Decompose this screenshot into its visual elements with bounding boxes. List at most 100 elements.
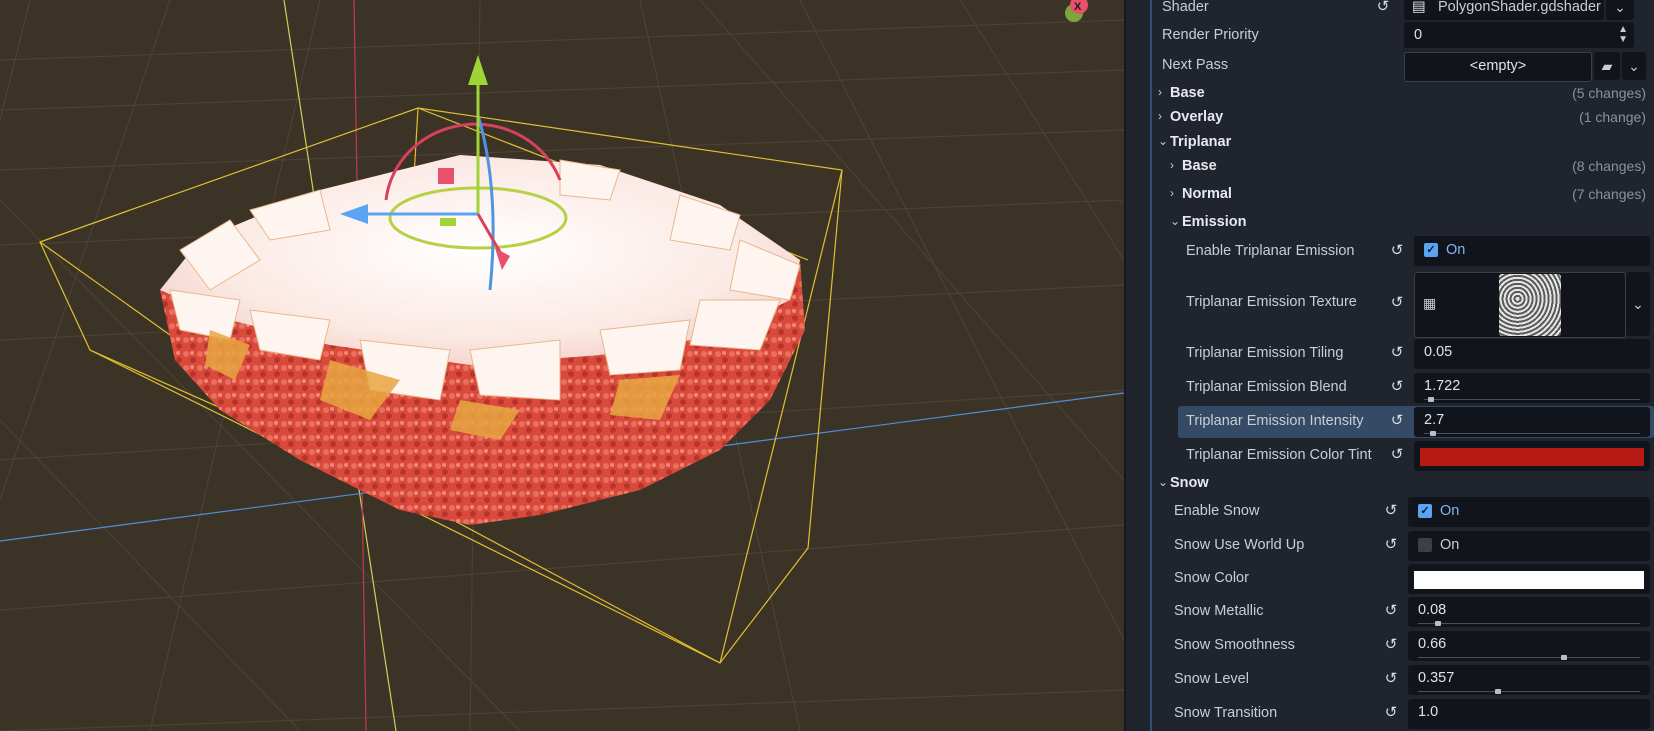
section-triplanar-normal-changes: (7 changes) (1572, 186, 1646, 202)
render-priority-spinbox[interactable]: 0 ▲ ▼ (1404, 22, 1634, 48)
section-triplanar-emission[interactable]: ⌄ Emission (1126, 211, 1654, 235)
section-overlay-changes: (1 change) (1579, 109, 1646, 125)
triplanar-emission-tiling-row: Triplanar Emission Tiling ↺ 0.05 (1126, 338, 1654, 370)
section-snow[interactable]: ⌄ Snow (1126, 472, 1654, 496)
triplanar-emission-tiling-value: 0.05 (1424, 344, 1453, 360)
triplanar-emission-intensity-slider[interactable]: 2.7 (1414, 407, 1650, 437)
noise-texture-icon: ▦ (1423, 295, 1437, 311)
snow-color-label: Snow Color (1174, 570, 1249, 586)
revert-icon[interactable]: ↺ (1382, 670, 1400, 688)
triplanar-emission-blend-slider[interactable]: 1.722 (1414, 373, 1650, 403)
revert-icon[interactable]: ↺ (1388, 378, 1406, 396)
file-icon: ▤ (1412, 0, 1426, 15)
plane-handle-icon[interactable] (438, 168, 454, 184)
triplanar-emission-intensity-value: 2.7 (1424, 412, 1445, 428)
color-tint-swatch[interactable] (1420, 448, 1644, 466)
triplanar-emission-color-field (1414, 441, 1650, 471)
snow-color-swatch[interactable] (1414, 571, 1644, 589)
slider-grabber[interactable] (1495, 689, 1502, 694)
render-priority-value: 0 (1414, 27, 1423, 43)
next-pass-label: Next Pass (1162, 57, 1229, 73)
load-resource-button[interactable]: ▰ (1594, 52, 1620, 80)
enable-snow-value: On (1440, 503, 1460, 519)
revert-icon[interactable]: ↺ (1388, 344, 1406, 362)
slider-grabber[interactable] (1428, 397, 1435, 402)
revert-icon[interactable]: ↺ (1382, 636, 1400, 654)
section-triplanar-normal[interactable]: › Normal (7 changes) (1126, 183, 1654, 207)
section-triplanar-emission-title: Emission (1182, 214, 1247, 230)
enable-snow-field: ✓ On (1408, 497, 1650, 527)
next-pass-value: <empty> (1469, 58, 1527, 74)
shader-dropdown-button[interactable]: ⌄ (1606, 0, 1634, 20)
revert-icon[interactable]: ↺ (1382, 602, 1400, 620)
section-triplanar-normal-title: Normal (1182, 186, 1232, 202)
snow-use-world-up-row: Snow Use World Up ↺ On (1126, 530, 1654, 562)
next-pass-resource-field[interactable]: <empty> (1404, 52, 1592, 82)
enable-triplanar-emission-label: Enable Triplanar Emission (1186, 243, 1355, 259)
slider-track (1424, 433, 1640, 434)
snow-transition-value: 1.0 (1418, 704, 1439, 720)
rock-platform-mesh[interactable] (160, 155, 805, 525)
inspector-panel: Shader ↺ ▤ PolygonShader.gdshader ⌄ Rend… (1126, 0, 1654, 731)
snow-smoothness-label: Snow Smoothness (1174, 637, 1295, 653)
section-triplanar-base-title: Base (1182, 158, 1217, 174)
section-base-title: Base (1170, 85, 1205, 101)
revert-icon[interactable]: ↺ (1388, 412, 1406, 430)
snow-level-value: 0.357 (1418, 670, 1455, 686)
section-triplanar-title: Triplanar (1170, 134, 1232, 150)
triplanar-emission-blend-row: Triplanar Emission Blend ↺ 1.722 (1126, 372, 1654, 404)
snow-transition-label: Snow Transition (1174, 705, 1278, 721)
revert-icon[interactable]: ↺ (1382, 536, 1400, 554)
3d-viewport[interactable]: X (0, 0, 1124, 731)
revert-icon[interactable]: ↺ (1374, 0, 1392, 16)
snow-use-world-up-checkbox[interactable] (1418, 538, 1432, 552)
texture-resource-field[interactable]: ▦ (1414, 272, 1626, 338)
noise-texture-preview (1499, 274, 1561, 336)
section-overlay-title: Overlay (1170, 109, 1224, 125)
next-pass-dropdown-button[interactable]: ⌄ (1622, 52, 1646, 80)
snow-metallic-value: 0.08 (1418, 602, 1447, 618)
snow-color-row: Snow Color (1126, 563, 1654, 595)
section-triplanar[interactable]: ⌄ Triplanar (1126, 131, 1654, 155)
slider-grabber[interactable] (1560, 655, 1567, 660)
revert-icon[interactable]: ↺ (1382, 502, 1400, 520)
enable-triplanar-emission-row: Enable Triplanar Emission ↺ ✓ On (1126, 236, 1654, 268)
slider-track (1418, 657, 1640, 658)
section-triplanar-base[interactable]: › Base (8 changes) (1126, 155, 1654, 179)
revert-icon[interactable]: ↺ (1382, 704, 1400, 722)
section-overlay[interactable]: › Overlay (1 change) (1126, 106, 1654, 130)
y-move-arrow-icon[interactable] (468, 55, 488, 85)
chevron-down-icon: ⌄ (1632, 296, 1644, 312)
orient-x-label: X (1074, 1, 1082, 13)
enable-triplanar-emission-value: On (1446, 242, 1466, 258)
enable-triplanar-emission-checkbox[interactable]: ✓ (1424, 243, 1438, 257)
triplanar-emission-tiling-label: Triplanar Emission Tiling (1186, 345, 1344, 361)
orientation-gizmo[interactable]: X (1065, 0, 1088, 22)
shader-resource-field[interactable]: ▤ PolygonShader.gdshader (1404, 0, 1604, 20)
snow-use-world-up-value: On (1440, 537, 1460, 553)
revert-icon[interactable]: ↺ (1388, 294, 1406, 312)
slider-grabber[interactable] (1430, 431, 1437, 436)
plane-handle-y-icon[interactable] (440, 218, 456, 226)
revert-icon[interactable]: ↺ (1388, 242, 1406, 260)
snow-smoothness-row: Snow Smoothness ↺ 0.66 (1126, 630, 1654, 662)
snow-metallic-slider[interactable]: 0.08 (1408, 597, 1650, 627)
triplanar-emission-tiling-field[interactable]: 0.05 (1414, 339, 1650, 369)
spin-arrows-icon[interactable]: ▲ ▼ (1618, 25, 1628, 45)
render-priority-row: Render Priority 0 ▲ ▼ (1126, 20, 1654, 52)
snow-metallic-label: Snow Metallic (1174, 603, 1264, 619)
section-base[interactable]: › Base (5 changes) (1126, 82, 1654, 106)
snow-smoothness-slider[interactable]: 0.66 (1408, 631, 1650, 661)
section-snow-title: Snow (1170, 475, 1209, 491)
texture-dropdown-button[interactable]: ⌄ (1626, 272, 1650, 336)
slider-track (1418, 623, 1640, 624)
slider-grabber[interactable] (1435, 621, 1442, 626)
snow-level-label: Snow Level (1174, 671, 1249, 687)
snow-level-slider[interactable]: 0.357 (1408, 665, 1650, 695)
snow-transition-field[interactable]: 1.0 (1408, 699, 1650, 729)
triplanar-emission-texture-row: Triplanar Emission Texture ↺ ▦ ⌄ (1126, 272, 1654, 338)
enable-snow-checkbox[interactable]: ✓ (1418, 504, 1432, 518)
next-pass-row: Next Pass <empty> ▰ ⌄ (1126, 50, 1654, 82)
revert-icon[interactable]: ↺ (1388, 446, 1406, 464)
triplanar-emission-intensity-row[interactable]: Triplanar Emission Intensity ↺ 2.7 (1178, 406, 1654, 438)
